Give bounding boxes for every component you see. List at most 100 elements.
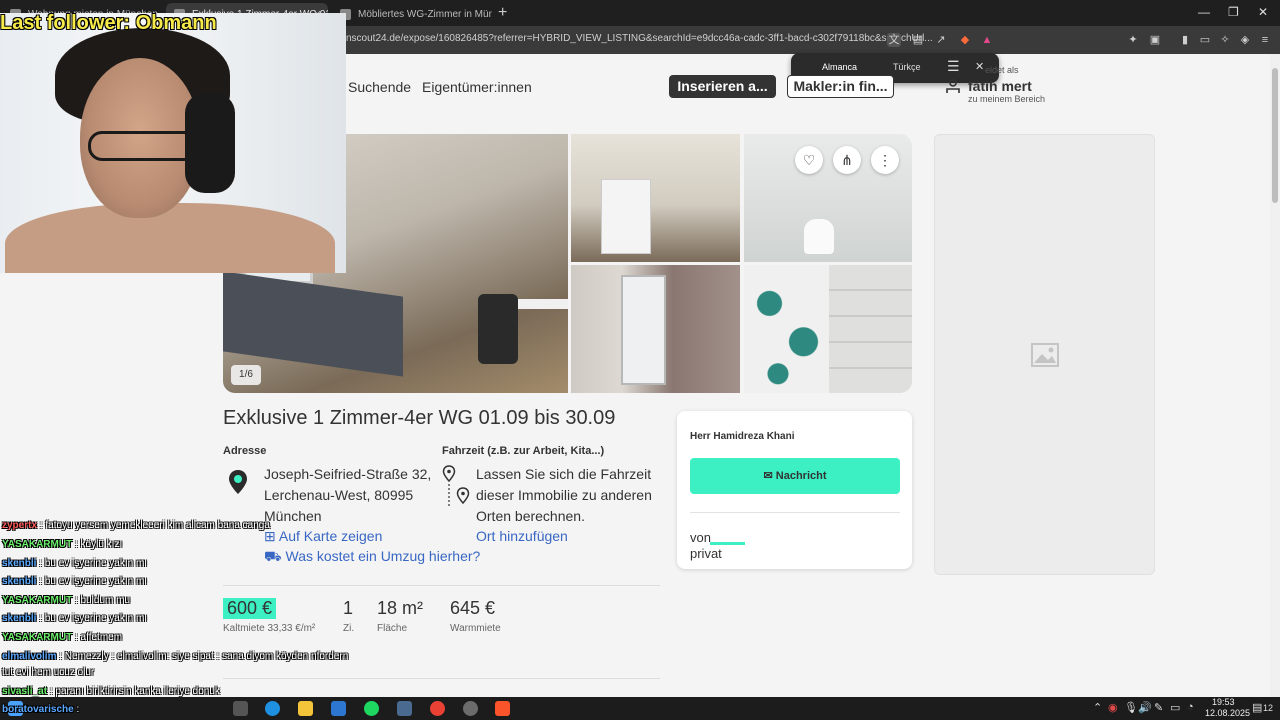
calculator-icon[interactable]	[397, 701, 412, 716]
image-placeholder-icon	[1031, 343, 1059, 367]
chat-user: skenbli	[2, 576, 37, 587]
reader-icon[interactable]: ▤	[911, 33, 925, 47]
translate-menu-icon[interactable]: ☰	[947, 58, 960, 75]
von-label: von	[690, 530, 711, 545]
notification-icon[interactable]: ▤	[1252, 701, 1262, 714]
chat-user: sivasli_at	[2, 686, 48, 697]
url-text[interactable]: nscout24.de/expose/160826485?referrer=HY…	[346, 33, 933, 44]
chat-user: YASAKARMUT	[2, 539, 73, 550]
menu-icon[interactable]: ≡	[1258, 33, 1272, 47]
task-view-icon[interactable]	[233, 701, 248, 716]
privat-label: privat	[690, 546, 722, 561]
chat-user: zypertx	[2, 520, 38, 531]
accent-bar	[710, 542, 745, 545]
mail-icon: ✉	[763, 470, 776, 482]
area-value: 18 m²	[377, 598, 424, 618]
show-on-map-link[interactable]: ⊞ Auf Karte zeigen	[264, 528, 382, 545]
microphone-icon[interactable]: 🎙	[1124, 701, 1138, 714]
network-icon[interactable]: ◔	[1187, 701, 1194, 713]
photo-thumbnail-2[interactable]	[571, 134, 740, 262]
chat-message: YASAKARMUT : buldum mu	[2, 595, 130, 606]
share-icon[interactable]: ↗	[934, 33, 948, 47]
photo-thumbnail-4[interactable]	[571, 265, 740, 393]
wallet-icon[interactable]: ▭	[1198, 33, 1212, 47]
commute-label: Fahrzeit (z.B. zur Arbeit, Kita...)	[442, 445, 605, 457]
sidebar-icon[interactable]: ▮	[1178, 33, 1192, 47]
moving-cost-link[interactable]: ⛟ Was kostet ein Umzug hierher?	[264, 548, 480, 567]
brave-icon[interactable]	[495, 701, 510, 716]
close-window-icon[interactable]: ✕	[1258, 5, 1268, 19]
favorite-heart-icon[interactable]: ♡	[795, 146, 823, 174]
listing-title: Exklusive 1 Zimmer-4er WG 01.09 bis 30.0…	[223, 407, 616, 429]
obs-icon[interactable]	[463, 701, 478, 716]
clock-date[interactable]: 12.08.2025	[1205, 708, 1250, 718]
scroll-thumb[interactable]	[1272, 68, 1278, 203]
extensions-icon[interactable]: ✦	[1126, 33, 1140, 47]
cold-rent-value: 600 €	[223, 598, 277, 619]
show-on-map-label: Auf Karte zeigen	[278, 528, 383, 544]
chat-user: YASAKARMUT	[2, 632, 73, 643]
divider	[690, 512, 900, 513]
translate-icon[interactable]: 文	[887, 33, 901, 47]
last-follower-text: Last follower: Obmann	[0, 12, 217, 34]
screenshot-icon[interactable]: ▣	[1148, 33, 1162, 47]
chat-user: YASAKARMUT	[2, 595, 73, 606]
my-area-link[interactable]: zu meinem Bereich	[968, 94, 1045, 104]
share-icon[interactable]: ⋔	[833, 146, 861, 174]
volume-icon[interactable]: 🔊	[1138, 701, 1152, 714]
warm-rent-label: Warmmiete	[450, 623, 501, 634]
webcam-torso	[5, 203, 335, 273]
notification-count: 12	[1263, 703, 1274, 713]
user-icon[interactable]	[946, 79, 960, 93]
translate-close-icon[interactable]: ✕	[975, 60, 984, 73]
new-tab-icon[interactable]: +	[498, 4, 507, 22]
store-icon[interactable]	[331, 701, 346, 716]
address-line-3: München	[264, 508, 322, 524]
brave-rewards-icon[interactable]: ▲	[980, 33, 994, 47]
nav-eigentuemer[interactable]: Eigentümer:innen	[422, 79, 532, 95]
target-language-tab[interactable]: Türkçe	[893, 62, 921, 72]
chat-text: : bu ev işyerine yakın mı	[39, 558, 148, 569]
edge-icon[interactable]	[265, 701, 280, 716]
vpn-icon[interactable]: ◈	[1238, 33, 1252, 47]
page-scrollbar[interactable]	[1270, 54, 1280, 697]
message-label: Nachricht	[775, 470, 827, 482]
address-line-2: Lerchenau-West, 80995	[264, 487, 414, 503]
battery-icon[interactable]: ▭	[1170, 701, 1180, 714]
chat-message: YASAKARMUT : affetmem	[2, 632, 122, 643]
chat-message: skenbli : bu ev işyerine yakın mı	[2, 558, 147, 569]
chrome-icon[interactable]	[430, 701, 445, 716]
photo-thumbnail-5[interactable]	[744, 265, 912, 393]
tray-app-icon[interactable]: ◉	[1108, 701, 1118, 714]
file-explorer-icon[interactable]	[298, 701, 313, 716]
more-options-icon[interactable]: ⋮	[871, 146, 899, 174]
moving-cost-label: Was kostet ein Umzug hierher?	[285, 548, 481, 564]
tab-moebliertes[interactable]: Möbliertes WG-Zimmer in München	[332, 3, 492, 26]
minimize-icon[interactable]: —	[1198, 5, 1210, 19]
chat-user: boratovarische	[2, 704, 74, 715]
user-name[interactable]: fatih mert	[968, 78, 1032, 94]
photo-counter: 1/6	[231, 365, 261, 385]
brave-shield-icon[interactable]: ◆	[958, 33, 972, 47]
inserieren-button[interactable]: Inserieren a...	[669, 75, 776, 98]
chat-text: : paranı biriktirirsin kanka ileriye don…	[49, 686, 220, 697]
restore-icon[interactable]: ❐	[1228, 5, 1239, 19]
leo-ai-icon[interactable]: ✧	[1218, 33, 1232, 47]
location-pin-icon	[229, 470, 247, 494]
clock-time[interactable]: 19:53	[1212, 697, 1235, 707]
pen-icon[interactable]: ✎	[1154, 701, 1163, 714]
message-button[interactable]: ✉ Nachricht	[690, 458, 900, 494]
webcam-headset	[185, 93, 235, 193]
makler-finden-button[interactable]: Makler:in fin...	[787, 75, 894, 98]
tray-chevron-icon[interactable]: ⌃	[1093, 701, 1102, 714]
warm-rent-value: 645 €	[450, 598, 496, 618]
cold-rent-label: Kaltmiete 33,33 €/m²	[223, 623, 316, 634]
truck-icon: ⛟	[264, 548, 286, 564]
chat-text: : affetmem	[74, 632, 123, 643]
spotify-icon[interactable]	[364, 701, 379, 716]
chat-text: : buldum mu	[74, 595, 131, 606]
chat-text: : köylü kızı	[74, 539, 123, 550]
chat-text: : fatoyu yersem yemekleeeri kim alicam b…	[39, 520, 270, 531]
add-location-link[interactable]: Ort hinzufügen	[476, 528, 568, 544]
nav-suchende[interactable]: Suchende	[348, 79, 411, 95]
